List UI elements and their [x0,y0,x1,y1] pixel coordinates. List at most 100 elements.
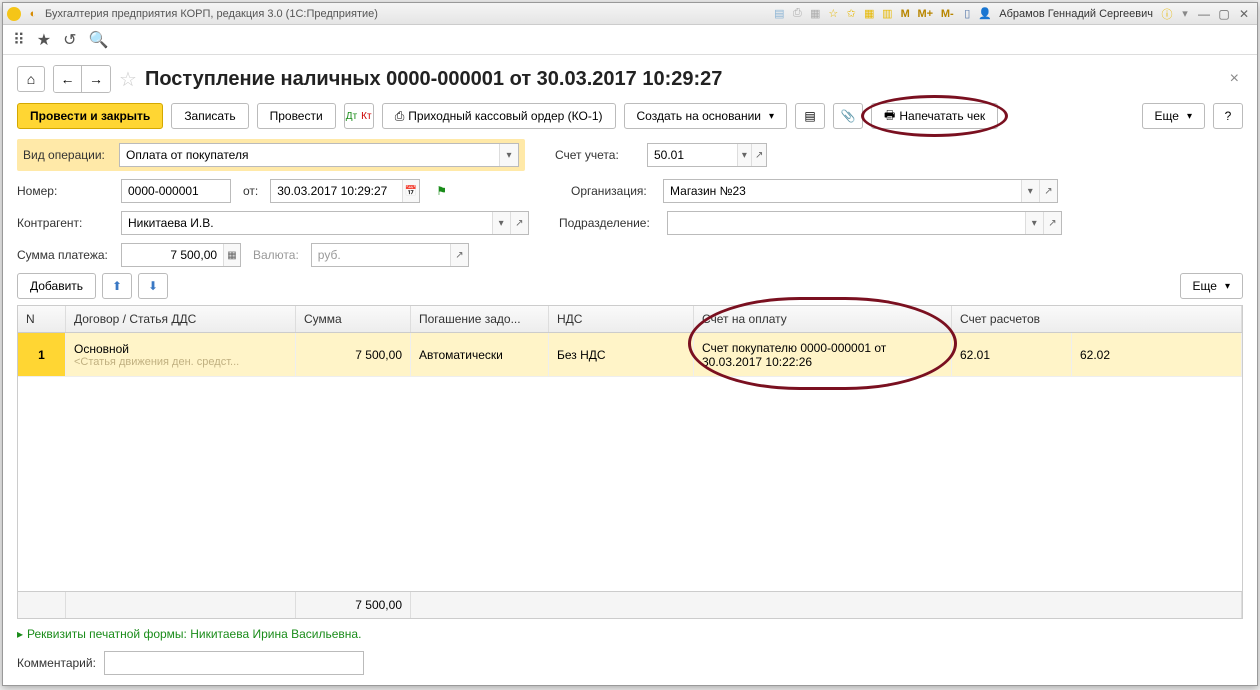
minimize-button[interactable]: — [1195,6,1213,22]
org-input[interactable] [664,180,1021,202]
division-dropdown-icon[interactable]: ▾ [1025,212,1043,234]
create-based-button[interactable]: Создать на основании [624,103,788,129]
search-icon[interactable]: 🔍 [88,30,108,50]
td-n: 1 [18,333,66,376]
comment-input[interactable] [105,652,363,674]
m-label[interactable]: M [897,6,913,22]
write-button[interactable]: Записать [171,103,248,129]
th-contract[interactable]: Договор / Статья ДДС [66,306,296,332]
td-invoice: Счет покупателю 0000-000001 от 30.03.201… [694,333,952,376]
date-input[interactable] [271,180,401,202]
panel-icon[interactable]: ▯ [959,6,975,22]
m-minus-label[interactable]: M- [937,6,957,22]
star-filled-icon[interactable]: ✩ [843,6,859,22]
from-label: от: [243,184,258,198]
history-icon[interactable]: ↺ [63,30,76,50]
move-up-button[interactable]: ⬆ [102,273,132,299]
chevron-right-icon: ▸ [17,627,23,641]
currency-label: Валюта: [253,248,299,262]
receipt-icon: 🖶 [884,106,895,127]
calendar-icon[interactable]: ▥ [879,6,895,22]
dropdown2-icon[interactable]: ▾ [1177,6,1193,22]
attach-button[interactable]: 📎 [833,103,863,129]
flag-icon[interactable]: ⚑ [436,184,447,198]
m-plus-label[interactable]: M+ [915,6,935,22]
payment-table: N Договор / Статья ДДС Сумма Погашение з… [17,305,1243,619]
table-row[interactable]: 1 Основной <Статья движения ден. средст.… [18,333,1242,377]
page-title: Поступление наличных 0000-000001 от 30.0… [145,68,722,91]
td-contract-sub: <Статья движения ден. средст... [74,356,287,368]
add-button[interactable]: Добавить [17,273,96,299]
org-open-icon[interactable]: ↗ [1039,180,1057,202]
sum-input[interactable] [122,244,223,266]
org-dropdown-icon[interactable]: ▾ [1021,180,1039,202]
org-label: Организация: [571,184,651,198]
back-button[interactable]: ← [54,66,82,92]
contractor-dropdown-icon[interactable]: ▾ [492,212,510,234]
calc-icon[interactable]: ▦ [223,244,240,266]
comment-label: Комментарий: [17,656,96,670]
print-details-label: Реквизиты печатной формы: Никитаева Ирин… [27,627,361,641]
printer-icon: ⎙ [395,109,405,124]
app-logo-icon [7,7,21,21]
page-star-icon[interactable]: ☆ [119,67,137,92]
th-invoice[interactable]: Счет на оплату [694,306,952,332]
close-tab-button[interactable]: × [1226,66,1243,92]
account-dropdown-icon[interactable]: ▾ [737,144,752,166]
division-label: Подразделение: [559,216,655,230]
tf-sum: 7 500,00 [296,592,411,618]
account-input[interactable] [648,144,737,166]
th-vat[interactable]: НДС [549,306,694,332]
op-type-dropdown-icon[interactable]: ▾ [499,144,518,166]
print-check-button[interactable]: 🖶Напечатать чек [871,103,998,129]
tool-icon-3[interactable]: ▦ [807,6,823,22]
info-icon[interactable]: ⓘ [1159,6,1175,22]
post-close-button[interactable]: Провести и закрыть [17,103,163,129]
calendar-icon[interactable]: 📅 [402,180,420,202]
tf-n [18,592,66,618]
th-accounts[interactable]: Счет расчетов [952,306,1242,332]
help-button[interactable]: ? [1213,103,1243,129]
division-input[interactable] [668,212,1025,234]
th-payoff[interactable]: Погашение задо... [411,306,549,332]
table-more-button[interactable]: Еще [1180,273,1243,299]
currency-input [312,244,450,266]
favorite-icon[interactable]: ★ [37,30,51,50]
tool-icon-1[interactable]: ▤ [771,6,787,22]
th-n[interactable]: N [18,306,66,332]
td-vat: Без НДС [549,333,694,376]
account-label: Счет учета: [555,148,635,162]
th-sum[interactable]: Сумма [296,306,411,332]
post-button[interactable]: Провести [257,103,336,129]
user-icon: 👤 [977,6,993,22]
dt-kt-button[interactable]: ДтКт [344,103,374,129]
contractor-open-icon[interactable]: ↗ [510,212,528,234]
home-button[interactable]: ⌂ [17,66,45,92]
calc-icon[interactable]: ▦ [861,6,877,22]
move-down-button[interactable]: ⬇ [138,273,168,299]
dropdown-icon[interactable]: ◐ [25,6,41,22]
account-open-icon[interactable]: ↗ [751,144,766,166]
td-acc1: 62.01 [952,333,1072,376]
doc-icon-button[interactable]: ▤ [795,103,825,129]
star-icon[interactable]: ☆ [825,6,841,22]
op-type-label: Вид операции: [23,148,111,162]
close-button[interactable]: ✕ [1235,6,1253,22]
currency-open-icon[interactable]: ↗ [450,244,468,266]
print-order-button[interactable]: ⎙Приходный кассовый ордер (КО-1) [382,103,616,129]
division-open-icon[interactable]: ↗ [1043,212,1061,234]
maximize-button[interactable]: ▢ [1215,6,1233,22]
forward-button[interactable]: → [82,66,110,92]
print-details-link[interactable]: ▸ Реквизиты печатной формы: Никитаева Ир… [17,627,1243,641]
op-type-input[interactable] [120,144,499,166]
sum-label: Сумма платежа: [17,248,109,262]
user-name: Абрамов Геннадий Сергеевич [995,8,1157,20]
td-acc2: 62.02 [1072,333,1242,376]
tool-icon-2[interactable]: ⎙ [789,6,805,22]
contractor-label: Контрагент: [17,216,109,230]
td-contract: Основной <Статья движения ден. средст... [66,333,296,376]
apps-icon[interactable]: ⠿ [13,30,25,50]
number-input[interactable] [122,180,230,202]
contractor-input[interactable] [122,212,492,234]
more-button[interactable]: Еще [1142,103,1205,129]
